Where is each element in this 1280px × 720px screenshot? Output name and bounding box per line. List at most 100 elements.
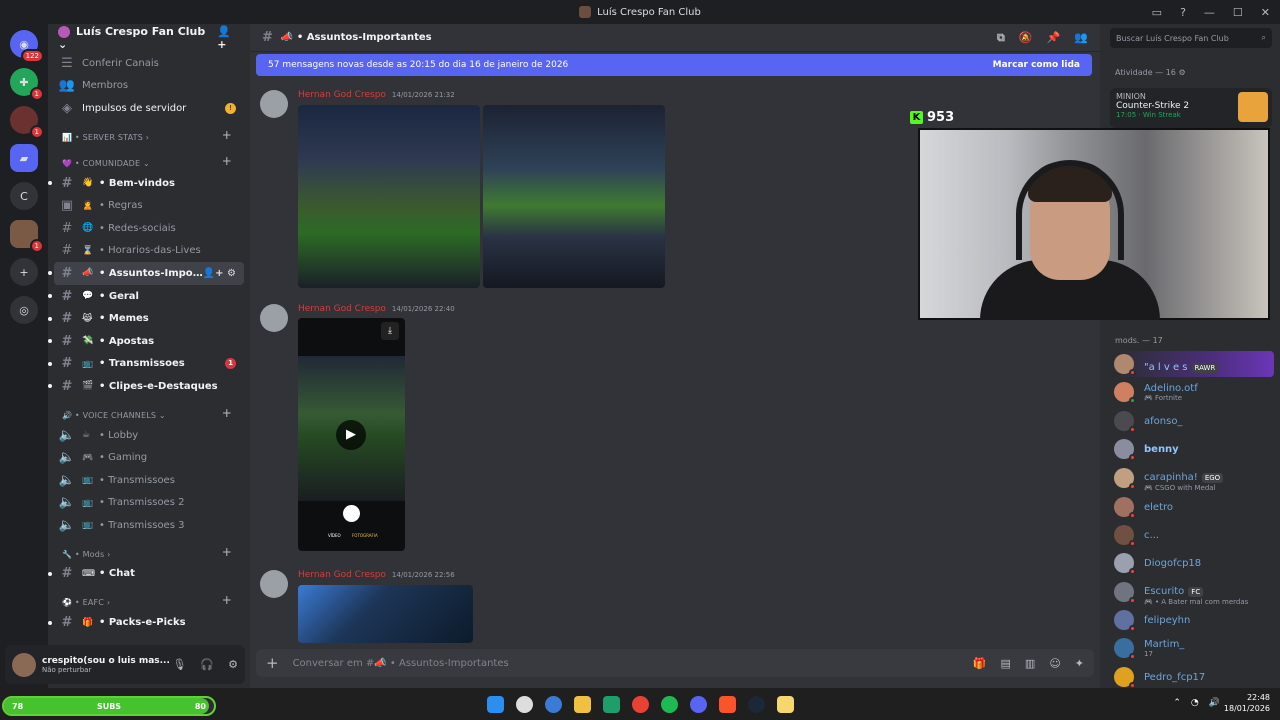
avatar[interactable] bbox=[260, 570, 288, 598]
list-item[interactable]: carapinha! EGO 🎮 CSGO with Medal bbox=[1114, 465, 1274, 492]
channel-bem-vindos[interactable]: # 👋 • Bem-vindos bbox=[48, 172, 244, 195]
add-channel-icon[interactable]: + bbox=[222, 593, 232, 607]
windows-start-icon[interactable] bbox=[486, 695, 504, 713]
sticker-icon[interactable]: ▥ bbox=[1025, 657, 1035, 670]
avatar[interactable] bbox=[260, 304, 288, 332]
message-author[interactable]: Hernan God Crespo bbox=[298, 570, 386, 580]
channel-settings-icons[interactable]: 👤+ ⚙ bbox=[203, 268, 236, 279]
notes-icon[interactable] bbox=[776, 695, 794, 713]
gift-icon[interactable]: 🎁 bbox=[973, 657, 987, 670]
category-voice[interactable]: 🔊 • VOICE CHANNELS ⌄ + bbox=[54, 398, 244, 424]
list-item[interactable]: Martim_ 17 bbox=[1114, 635, 1274, 661]
guild-icon-active[interactable]: 1 bbox=[10, 220, 44, 253]
channel-clipes[interactable]: # 🎬 • Clipes-e-Destaques bbox=[48, 375, 244, 398]
wifi-icon[interactable]: ◔ bbox=[1191, 698, 1199, 708]
list-item[interactable]: Adelino.otf 🎮 Fortnite bbox=[1114, 379, 1274, 405]
channel-assuntos-importantes[interactable]: # 📣 • Assuntos-Importantes👤+ ⚙ bbox=[48, 262, 244, 285]
clock[interactable]: 22:48 18/01/2026 bbox=[1224, 692, 1270, 714]
emoji-icon[interactable]: ☺ bbox=[1049, 657, 1060, 670]
add-channel-icon[interactable]: + bbox=[222, 154, 232, 168]
maximize-icon[interactable]: ☐ bbox=[1233, 6, 1243, 19]
avatar[interactable] bbox=[12, 652, 36, 677]
video-attachment[interactable]: ▶ ⤓ VÍDEO FOTOGRAFIA bbox=[298, 318, 405, 551]
guild-icon-red[interactable]: 1 bbox=[10, 106, 44, 139]
list-item[interactable]: Pedro_fcp17 bbox=[1114, 664, 1274, 690]
channel-packs[interactable]: # 🎁 • Packs-e-Picks bbox=[48, 611, 244, 634]
user-name[interactable]: crespito(sou o luis mas... bbox=[42, 656, 170, 666]
inbox-icon[interactable]: ▭ bbox=[1152, 6, 1162, 19]
server-header[interactable]: Luís Crespo Fan Club ⌄ 👤+ bbox=[48, 24, 250, 52]
headphones-icon[interactable]: 🎧 bbox=[200, 658, 214, 671]
avatar[interactable] bbox=[260, 90, 288, 118]
copilot-icon[interactable] bbox=[515, 695, 533, 713]
list-item[interactable]: "a l v e s RAWR bbox=[1114, 351, 1274, 377]
file-explorer-icon[interactable] bbox=[573, 695, 591, 713]
browse-channels[interactable]: ☰ Conferir Canais bbox=[54, 52, 244, 75]
channel-redes-sociais[interactable]: # 🌐 • Redes-sociais bbox=[54, 217, 244, 240]
stadium-photo[interactable] bbox=[298, 585, 473, 643]
search-input[interactable]: Buscar Luís Crespo Fan Club ⌕ bbox=[1110, 28, 1272, 48]
add-server-icon[interactable]: + bbox=[10, 258, 38, 286]
spotify-icon[interactable] bbox=[660, 695, 678, 713]
channel-chat[interactable]: # ⌨ • Chat bbox=[48, 563, 244, 586]
channel-apostas[interactable]: # 💸 • Apostas bbox=[48, 330, 244, 353]
guild-icon-c[interactable]: C bbox=[10, 182, 38, 210]
play-icon[interactable]: ▶ bbox=[336, 420, 366, 450]
category-comunidade[interactable]: 💜 • COMUNIDADE ⌄ + bbox=[54, 146, 244, 172]
invite-icon[interactable]: 👤+ bbox=[217, 25, 240, 51]
add-channel-icon[interactable]: + bbox=[222, 406, 232, 420]
notifications-muted-icon[interactable]: 🔕 bbox=[1019, 31, 1033, 45]
stadium-photo[interactable] bbox=[483, 105, 665, 288]
category-server-stats[interactable]: 📊 • SERVER STATS › + bbox=[54, 120, 244, 146]
add-channel-icon[interactable]: + bbox=[222, 128, 232, 142]
message-composer[interactable]: + Conversar em #📣 • Assuntos-Importantes… bbox=[256, 649, 1094, 677]
add-attachment-icon[interactable]: + bbox=[266, 654, 279, 672]
channel-memes[interactable]: # 😹 • Memes bbox=[48, 307, 244, 330]
close-icon[interactable]: ✕ bbox=[1261, 6, 1270, 19]
list-item[interactable]: afonso_ bbox=[1114, 408, 1274, 434]
download-icon[interactable]: ⤓ bbox=[381, 322, 399, 340]
help-icon[interactable]: ? bbox=[1180, 6, 1186, 19]
members-link[interactable]: 👥 Membros bbox=[54, 75, 244, 98]
category-eafc[interactable]: ⚽ • EAFC › + bbox=[54, 585, 244, 611]
list-item[interactable]: benny bbox=[1114, 436, 1274, 462]
channel-horarios[interactable]: # ⌛ • Horarios-das-Lives bbox=[54, 240, 244, 263]
new-messages-bar[interactable]: 57 mensagens novas desde as 20:15 do dia… bbox=[256, 54, 1092, 76]
list-item[interactable]: eletro bbox=[1114, 494, 1274, 520]
gif-icon[interactable]: ▤ bbox=[1001, 657, 1011, 670]
folder-icon[interactable]: ▰ bbox=[10, 144, 38, 172]
activity-card[interactable]: MINION Counter-Strike 2 17:05 · Win Stre… bbox=[1110, 88, 1272, 128]
message-author[interactable]: Hernan God Crespo bbox=[298, 304, 386, 314]
threads-icon[interactable]: ⧉ bbox=[997, 31, 1005, 45]
message-input[interactable]: Conversar em #📣 • Assuntos-Importantes bbox=[293, 658, 509, 669]
channel-geral[interactable]: # 💬 • Geral bbox=[48, 285, 244, 308]
server-boosts[interactable]: ◈ Impulsos de servidor! bbox=[54, 97, 244, 120]
apps-icon[interactable]: ✦ bbox=[1075, 657, 1084, 670]
voice-transmissoes-3[interactable]: 🔈 📺 • Transmissoes 3 bbox=[54, 514, 244, 537]
list-item[interactable]: felipeyhn bbox=[1114, 607, 1274, 633]
chevron-up-icon[interactable]: ⌃ bbox=[1173, 698, 1181, 708]
microphone-icon[interactable]: 🎙 bbox=[172, 658, 186, 671]
message-author[interactable]: Hernan God Crespo bbox=[298, 90, 386, 100]
guild-icon-green[interactable]: ✚ 1 bbox=[10, 68, 44, 101]
steam-icon[interactable] bbox=[747, 695, 765, 713]
discord-icon[interactable] bbox=[689, 695, 707, 713]
gear-icon[interactable]: ⚙ bbox=[228, 658, 238, 671]
discover-icon[interactable]: ◎ bbox=[10, 296, 38, 324]
list-item[interactable]: Diogofcp18 bbox=[1114, 550, 1274, 576]
voice-gaming[interactable]: 🔈 🎮 • Gaming bbox=[54, 446, 244, 469]
edge-icon[interactable] bbox=[544, 695, 562, 713]
chrome-icon[interactable] bbox=[631, 695, 649, 713]
stadium-photo[interactable] bbox=[298, 105, 480, 288]
minimize-icon[interactable]: — bbox=[1204, 6, 1215, 19]
channel-regras[interactable]: ▣ 🙎 • Regras bbox=[54, 194, 244, 217]
voice-lobby[interactable]: 🔈 ☕ • Lobby bbox=[54, 424, 244, 447]
member-list-icon[interactable]: 👥 bbox=[1074, 31, 1088, 45]
brave-icon[interactable] bbox=[718, 695, 736, 713]
pin-icon[interactable]: 📌 bbox=[1047, 31, 1061, 45]
volume-icon[interactable]: 🔊 bbox=[1209, 698, 1220, 708]
activity-header[interactable]: Atividade — 16 ⚙ bbox=[1115, 68, 1186, 77]
category-mods[interactable]: 🔧 • Mods › + bbox=[54, 537, 244, 563]
mark-as-read-button[interactable]: Marcar como lida bbox=[993, 60, 1080, 70]
list-item[interactable]: c... bbox=[1114, 522, 1274, 548]
